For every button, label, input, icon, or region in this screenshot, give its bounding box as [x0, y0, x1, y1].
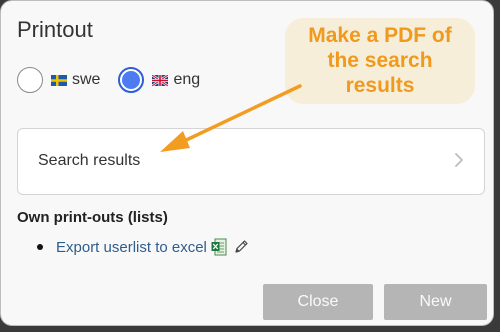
- language-label-eng: eng: [173, 71, 201, 88]
- language-option-swe[interactable]: swe: [17, 67, 100, 93]
- uk-flag-icon: [152, 74, 169, 86]
- annotation-text: Make a PDF of the search results: [308, 24, 452, 97]
- list-bullet: [37, 244, 43, 250]
- language-selector: swe eng: [17, 67, 218, 93]
- own-printouts-heading: Own print-outs (lists): [17, 209, 168, 226]
- sweden-flag-icon: [51, 74, 67, 86]
- chevron-right-icon: [455, 153, 463, 167]
- radio-eng[interactable]: [118, 67, 145, 93]
- printout-list: Export userlist to excel: [37, 238, 249, 256]
- dialog-title: Printout: [17, 17, 93, 42]
- language-option-eng[interactable]: eng: [118, 67, 200, 93]
- search-results-item[interactable]: Search results: [17, 128, 485, 195]
- excel-icon[interactable]: [211, 238, 227, 256]
- pencil-icon[interactable]: [233, 239, 249, 255]
- search-results-label: Search results: [38, 152, 141, 169]
- language-label-swe: swe: [72, 71, 101, 88]
- new-button[interactable]: New: [384, 284, 487, 320]
- annotation-callout: Make a PDF of the search results: [285, 18, 475, 104]
- export-userlist-link[interactable]: Export userlist to excel: [56, 239, 207, 256]
- close-button[interactable]: Close: [263, 284, 373, 320]
- radio-swe[interactable]: [17, 67, 43, 93]
